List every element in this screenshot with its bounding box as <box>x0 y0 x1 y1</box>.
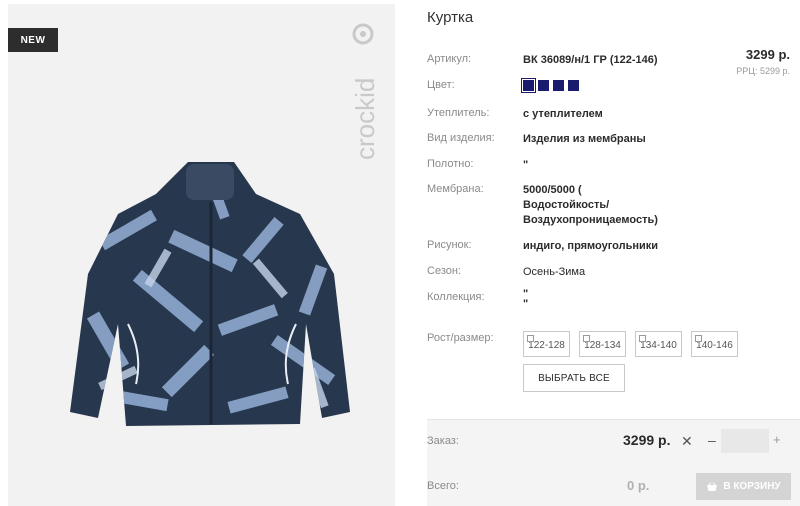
product-price: 3299 р. <box>745 47 790 62</box>
pattern-label: Рисунок: <box>427 239 472 251</box>
order-price: 3299 р. <box>623 432 671 448</box>
checkbox-icon <box>695 335 702 342</box>
rrp-price: РРЦ: 5299 р. <box>736 66 790 76</box>
new-badge: NEW <box>8 28 58 52</box>
insulation-value: с утеплителем <box>523 108 603 120</box>
close-icon[interactable]: ✕ <box>681 433 693 450</box>
size-label: Рост/размер: <box>427 332 494 344</box>
season-value: Осень-Зима <box>523 266 586 278</box>
brand-logo: crockid <box>350 22 382 162</box>
size-option-122-128[interactable]: 122-128 <box>523 331 570 357</box>
total-value: 0 р. <box>627 478 650 493</box>
total-label: Всего: <box>427 480 459 492</box>
product-image-panel[interactable]: NEW crockid <box>8 4 395 506</box>
size-options: 122-128 128-134 134-140 140-146 <box>523 331 738 357</box>
size-option-128-134[interactable]: 128-134 <box>579 331 626 357</box>
quantity-decrease-button[interactable]: – <box>708 432 716 448</box>
article-label: Артикул: <box>427 53 472 65</box>
product-image <box>38 154 368 434</box>
quantity-increase-button[interactable]: + <box>773 432 781 447</box>
pattern-value: индиго, прямоугольники <box>523 240 659 252</box>
product-title: Куртка <box>427 9 474 26</box>
membrane-value: 5000/5000 ( Водостойкость/ Воздухопрониц… <box>523 183 658 228</box>
membrane-value-line: Воздухопроницаемость) <box>523 214 658 226</box>
product-info: Куртка Артикул: ВК 36089/н/1 ГР (122-146… <box>427 0 800 506</box>
checkbox-icon <box>583 335 590 342</box>
collection-value: " " <box>523 289 529 310</box>
membrane-value-line: 5000/5000 ( <box>523 184 582 196</box>
insulation-label: Утеплитель: <box>427 107 490 119</box>
checkbox-icon <box>527 335 534 342</box>
color-swatch[interactable] <box>568 80 579 91</box>
membrane-value-line: Водостойкость/ <box>523 199 610 211</box>
kind-label: Вид изделия: <box>427 132 495 144</box>
size-option-140-146[interactable]: 140-146 <box>691 331 738 357</box>
fabric-value: " <box>523 159 529 171</box>
quantity-input[interactable] <box>721 429 769 453</box>
color-swatch[interactable] <box>538 80 549 91</box>
membrane-label: Мембрана: <box>427 183 484 195</box>
select-all-button[interactable]: ВЫБРАТЬ ВСЕ <box>523 364 625 392</box>
kind-value: Изделия из мембраны <box>523 133 646 145</box>
order-label: Заказ: <box>427 435 459 447</box>
add-to-cart-button[interactable]: В КОРЗИНУ <box>696 473 791 500</box>
checkbox-icon <box>639 335 646 342</box>
basket-icon <box>707 481 718 491</box>
color-swatches <box>521 78 579 93</box>
collection-label: Коллекция: <box>427 291 485 303</box>
color-swatch[interactable] <box>521 78 536 93</box>
color-label: Цвет: <box>427 79 455 91</box>
season-label: Сезон: <box>427 265 461 277</box>
size-option-134-140[interactable]: 134-140 <box>635 331 682 357</box>
collection-value-line: " <box>523 298 529 310</box>
article-value: ВК 36089/н/1 ГР (122-146) <box>523 54 658 66</box>
color-swatch[interactable] <box>553 80 564 91</box>
brand-logo-text: crockid <box>352 78 380 160</box>
add-to-cart-label: В КОРЗИНУ <box>723 481 781 492</box>
fabric-label: Полотно: <box>427 158 474 170</box>
